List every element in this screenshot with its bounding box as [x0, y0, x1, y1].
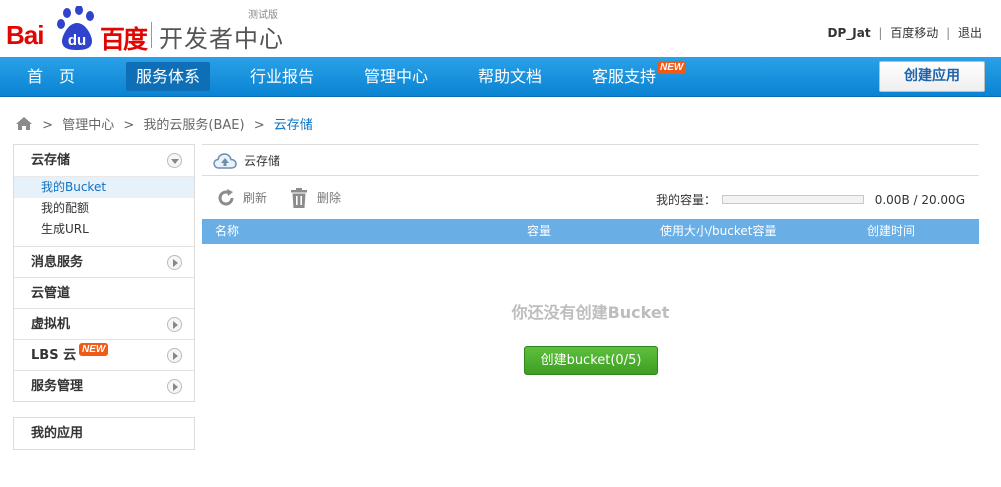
sidebar-item-label: 消息服务 [31, 255, 84, 270]
username-link[interactable]: DP_Jat [828, 26, 871, 40]
new-badge: NEW [657, 61, 687, 74]
column-header-capacity[interactable]: 容量 [527, 219, 551, 244]
nav-item-support[interactable]: 客服支持 [582, 62, 666, 91]
breadcrumb: > 管理中心 > 我的云服务(BAE) > 云存储 [15, 114, 313, 135]
toolbar: 刷新 删除 我的容量： 0.00B / 20.00G [202, 176, 979, 219]
separator: | [878, 26, 883, 40]
table-header: 名称 容量 使用大小/bucket容量 创建时间 [202, 219, 979, 244]
create-bucket-button[interactable]: 创建bucket(0/5) [524, 346, 658, 375]
site-title: 开发者中心 [159, 25, 284, 53]
sidebar-item-service-mgmt[interactable]: 服务管理 [14, 370, 194, 401]
panel-header: 云存储 [202, 144, 979, 176]
sidebar: 云存储 我的Bucket 我的配额 生成URL 消息服务 云管道 虚拟机 LBS… [13, 144, 195, 450]
logout-link[interactable]: 退出 [958, 26, 982, 40]
sidebar-item-label: 我的应用 [31, 426, 84, 441]
panel-title: 云存储 [244, 154, 281, 168]
sidebar-subitem-generate-url[interactable]: 生成URL [14, 219, 194, 240]
sidebar-subitem-my-bucket[interactable]: 我的Bucket [14, 177, 194, 198]
breadcrumb-separator: > [42, 118, 54, 133]
column-header-usage[interactable]: 使用大小/bucket容量 [660, 219, 776, 244]
capacity-indicator: 我的容量： 0.00B / 20.00G [656, 191, 965, 208]
logo-du-text: du [68, 32, 86, 49]
sidebar-item-label: 服务管理 [31, 379, 84, 394]
breadcrumb-item-current: 云存储 [273, 118, 313, 133]
sidebar-item-label: 云存储 [31, 153, 71, 168]
sidebar-submenu: 我的Bucket 我的配额 生成URL [14, 176, 194, 246]
breadcrumb-separator: > [253, 118, 265, 133]
header: Bai du 百度 开发者中心 测试版 DP_Jat | 百度移动 | 退出 [0, 0, 1001, 57]
sidebar-subitem-my-quota[interactable]: 我的配额 [14, 198, 194, 219]
logo-latin-text: Bai [6, 20, 44, 50]
beta-label: 测试版 [248, 10, 278, 21]
refresh-label: 刷新 [243, 191, 268, 205]
sidebar-item-message-service[interactable]: 消息服务 [14, 246, 194, 277]
sidebar-item-label: 虚拟机 [31, 317, 71, 332]
column-header-name[interactable]: 名称 [215, 219, 239, 244]
refresh-icon [218, 189, 234, 206]
main-content: 云存储 刷新 删除 我的容量： 0.00B / 20.00G 名称 容量 使用大… [202, 144, 979, 375]
chevron-right-icon[interactable] [167, 348, 182, 363]
chevron-down-icon[interactable] [167, 153, 182, 168]
sidebar-item-my-apps[interactable]: 我的应用 [14, 418, 194, 449]
trash-icon [291, 188, 307, 208]
separator: | [946, 26, 951, 40]
new-badge: NEW [79, 343, 109, 356]
user-links: DP_Jat | 百度移动 | 退出 [828, 24, 983, 41]
sidebar-item-cloud-storage[interactable]: 云存储 [14, 145, 194, 176]
home-icon[interactable] [15, 116, 33, 135]
nav-item-reports[interactable]: 行业报告 [240, 62, 324, 91]
sidebar-item-lbs[interactable]: LBS 云 NEW [14, 339, 194, 370]
breadcrumb-item-management[interactable]: 管理中心 [62, 118, 114, 133]
main-nav: 首 页 服务体系 行业报告 管理中心 帮助文档 客服支持 NEW 创建应用 [0, 57, 1001, 97]
baidu-logo[interactable]: Bai du 百度 [6, 4, 151, 54]
chevron-right-icon[interactable] [167, 379, 182, 394]
chevron-right-icon[interactable] [167, 255, 182, 270]
refresh-button[interactable]: 刷新 [216, 189, 267, 207]
nav-item-home[interactable]: 首 页 [14, 62, 88, 91]
logo-divider [151, 22, 152, 48]
logo-cn-text: 百度 [100, 25, 148, 54]
breadcrumb-item-bae[interactable]: 我的云服务(BAE) [143, 118, 244, 133]
create-app-button[interactable]: 创建应用 [879, 61, 985, 92]
sidebar-item-label: LBS 云 [31, 348, 77, 363]
column-header-created[interactable]: 创建时间 [867, 219, 915, 244]
sidebar-item-vm[interactable]: 虚拟机 [14, 308, 194, 339]
nav-item-help[interactable]: 帮助文档 [468, 62, 552, 91]
nav-item-services[interactable]: 服务体系 [126, 62, 210, 91]
breadcrumb-separator: > [123, 118, 135, 133]
chevron-right-icon[interactable] [167, 317, 182, 332]
nav-item-management[interactable]: 管理中心 [354, 62, 438, 91]
sidebar-item-label: 云管道 [31, 286, 71, 301]
mobile-link[interactable]: 百度移动 [890, 26, 938, 40]
cloud-icon [213, 153, 237, 169]
sidebar-my-apps-box: 我的应用 [13, 417, 195, 450]
sidebar-menu: 云存储 我的Bucket 我的配额 生成URL 消息服务 云管道 虚拟机 LBS… [13, 144, 195, 402]
capacity-bar [721, 195, 864, 204]
paw-icon: du [57, 6, 94, 50]
capacity-label: 我的容量： [656, 193, 717, 207]
delete-button[interactable]: 删除 [290, 188, 342, 208]
capacity-value: 0.00B / 20.00G [874, 193, 965, 207]
sidebar-item-cloud-pipe[interactable]: 云管道 [14, 277, 194, 308]
delete-label: 删除 [317, 191, 342, 205]
empty-state-message: 你还没有创建Bucket [511, 303, 670, 322]
